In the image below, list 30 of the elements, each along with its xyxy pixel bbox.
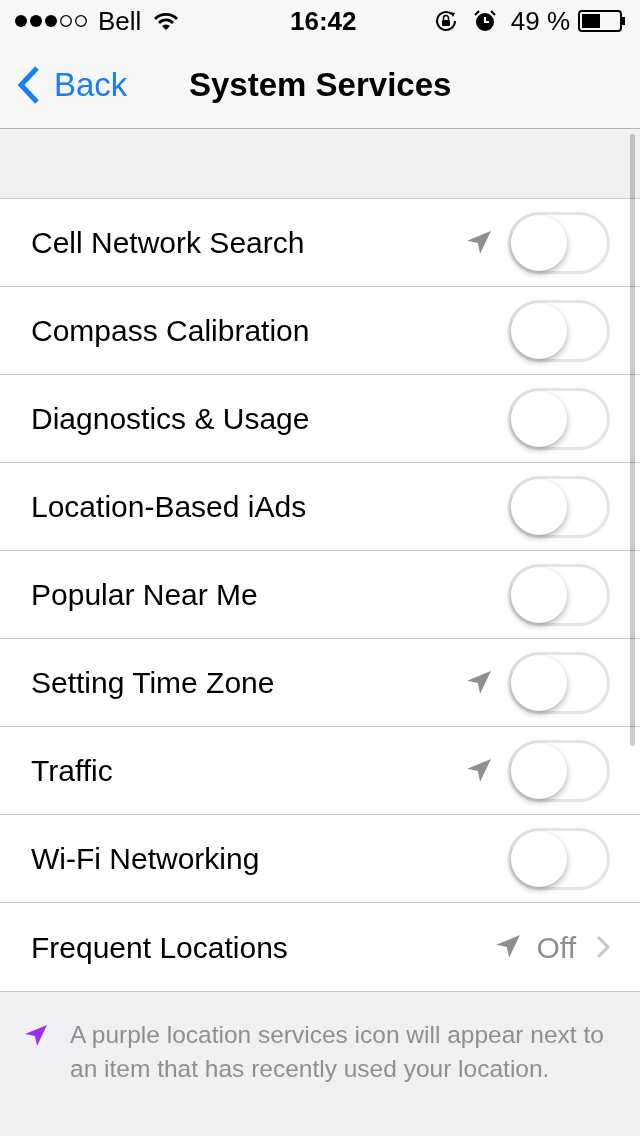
toggle-switch[interactable] — [508, 387, 610, 450]
row-label: Traffic — [31, 753, 114, 789]
location-arrow-icon — [24, 1024, 48, 1048]
back-button[interactable]: Back — [0, 60, 128, 110]
row-label: Cell Network Search — [31, 225, 306, 261]
row-value: Off — [536, 929, 576, 966]
toggle-switch[interactable] — [508, 299, 610, 362]
row-label: Frequent Locations — [31, 929, 289, 966]
clock-time: 16:42 — [290, 4, 357, 38]
toggle-switch[interactable] — [508, 651, 610, 714]
footer-note: A purple location services icon will appear next to an item that has recently used your location. — [70, 1020, 605, 1084]
row-label: Compass Calibration — [31, 313, 311, 349]
row-label: Popular Near Me — [31, 577, 259, 613]
chevron-icon — [596, 935, 610, 959]
row-label: Setting Time Zone — [31, 665, 276, 701]
battery-percentage: 49 % — [510, 4, 570, 38]
toggle-switch[interactable] — [508, 563, 610, 626]
battery-icon — [578, 10, 626, 32]
toggle-switch[interactable] — [508, 827, 610, 890]
alarm-icon — [472, 9, 497, 33]
toggle-switch[interactable] — [508, 211, 610, 274]
page-title: System Services — [189, 65, 452, 106]
wifi-icon — [153, 11, 180, 31]
row-label: Wi-Fi Networking — [31, 841, 261, 877]
toggle-switch[interactable] — [508, 739, 610, 802]
toggle-switch[interactable] — [508, 475, 610, 538]
row-label: Location-Based iAds — [31, 489, 308, 525]
carrier-name: Bell — [98, 4, 142, 38]
row-label: Diagnostics & Usage — [31, 401, 311, 437]
back-chevron-icon — [16, 65, 40, 105]
